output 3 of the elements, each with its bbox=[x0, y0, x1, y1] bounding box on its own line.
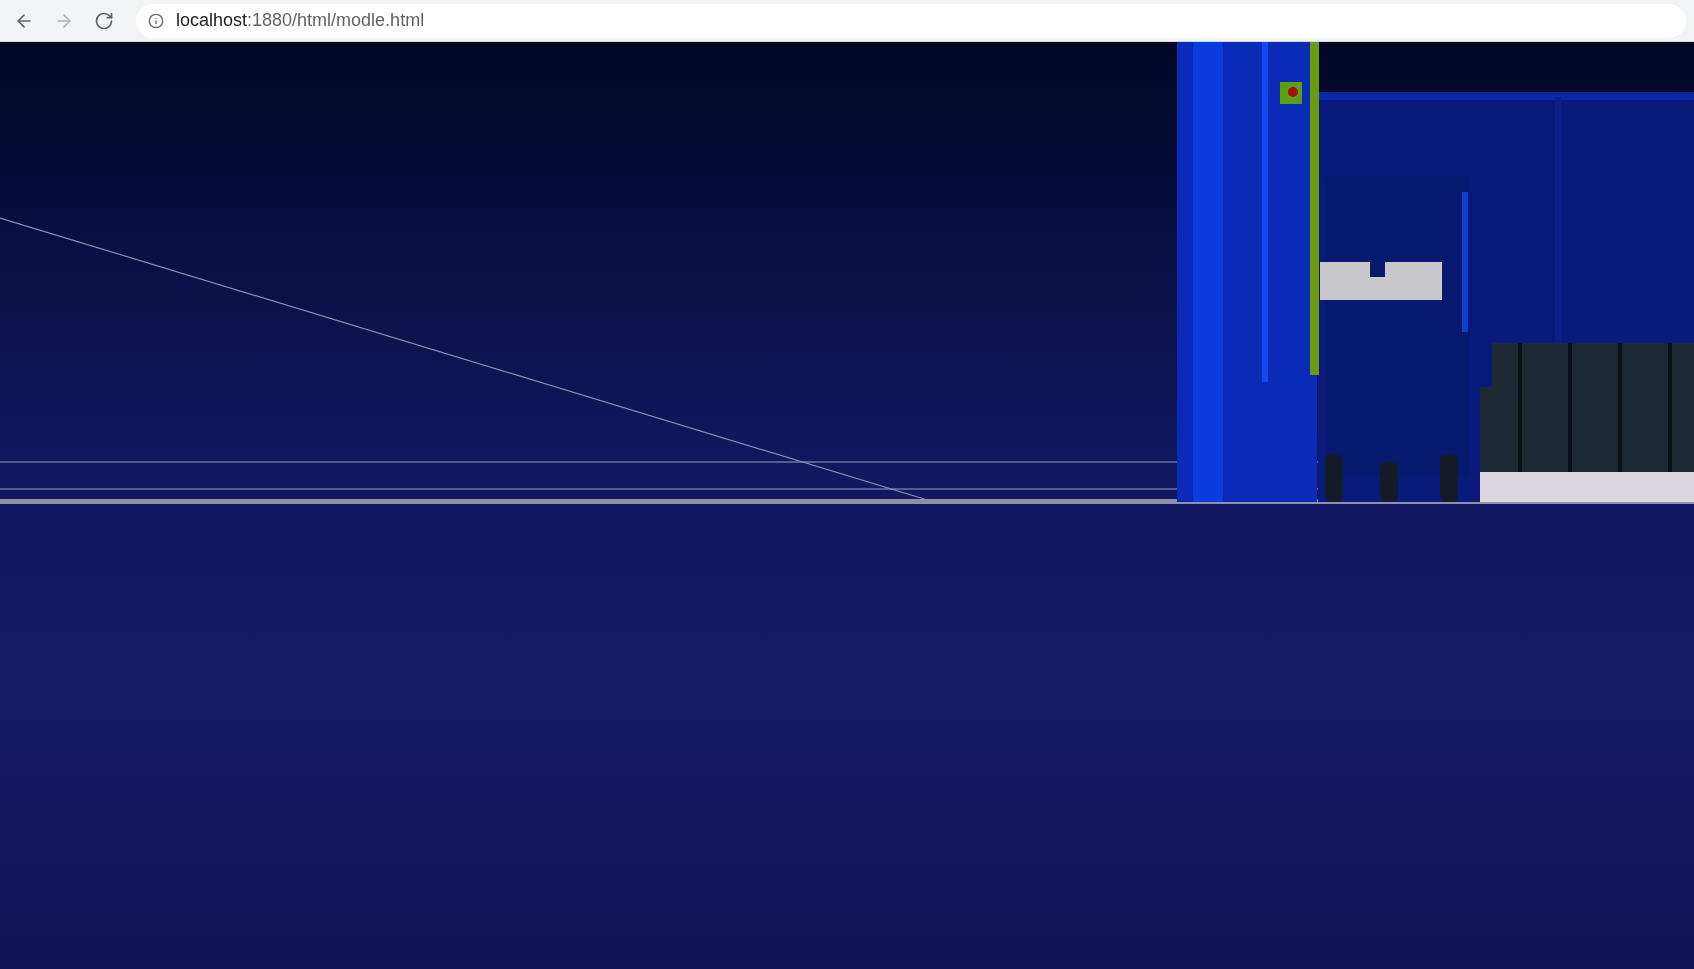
reload-icon bbox=[94, 10, 114, 31]
address-field[interactable]: localhost:1880/html/modle.html bbox=[136, 3, 1686, 38]
info-icon bbox=[148, 12, 164, 29]
